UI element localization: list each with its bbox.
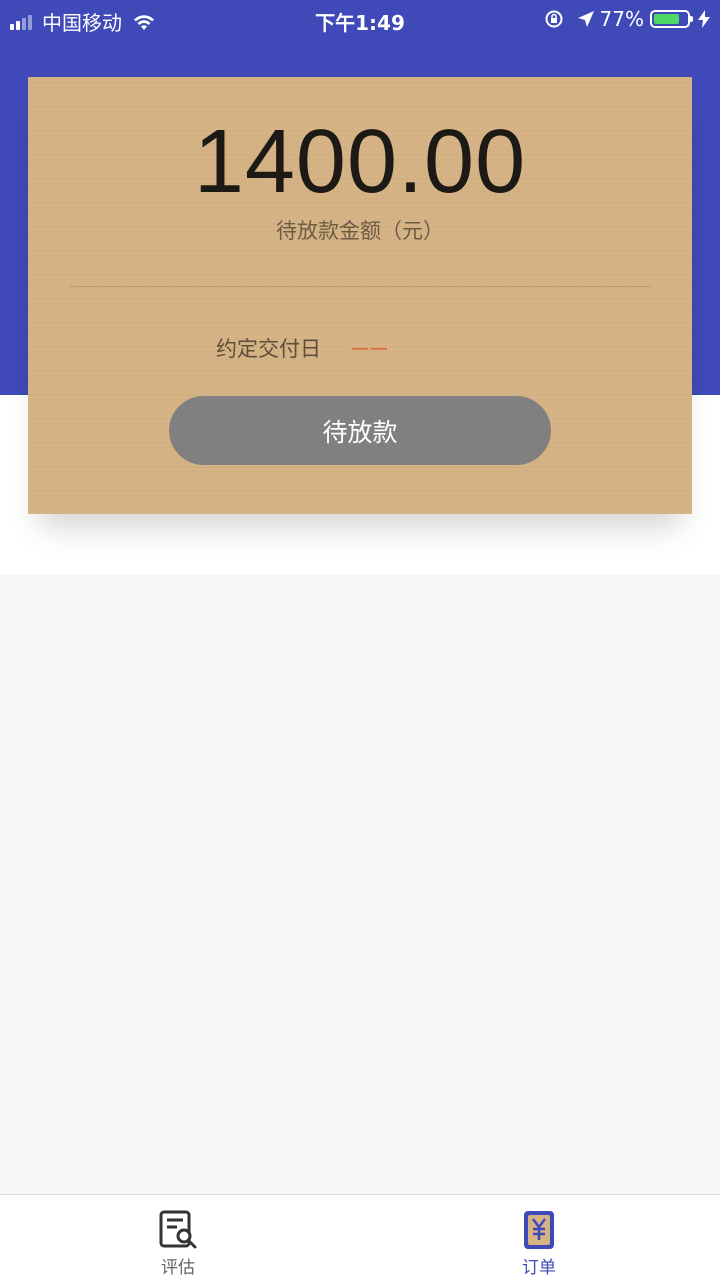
status-right: 77% bbox=[544, 7, 710, 31]
pending-loan-button[interactable]: 待放款 bbox=[169, 396, 551, 465]
search-document-icon bbox=[159, 1210, 197, 1249]
tab-evaluate-label: 评估 bbox=[161, 1258, 195, 1278]
location-arrow-icon bbox=[577, 11, 594, 27]
battery-icon bbox=[650, 10, 693, 28]
tab-orders-label: 订单 bbox=[522, 1258, 556, 1278]
tab-bar: 评估 订单 bbox=[0, 1194, 720, 1280]
orientation-lock-icon bbox=[545, 10, 563, 28]
yuan-order-icon bbox=[524, 1211, 554, 1249]
pending-amount: 1400.00 bbox=[193, 112, 527, 212]
charging-bolt-icon bbox=[698, 10, 710, 28]
battery-percent: 77% bbox=[599, 7, 644, 31]
tab-evaluate[interactable]: 评估 bbox=[118, 1195, 238, 1280]
delivery-date-label: 约定交付日 bbox=[216, 337, 321, 361]
loan-card: 1400.00 待放款金额（元） 约定交付日 —— 待放款 bbox=[28, 77, 692, 514]
pending-amount-label: 待放款金额（元） bbox=[276, 219, 444, 243]
card-divider bbox=[70, 286, 650, 287]
tab-orders[interactable]: 订单 bbox=[479, 1195, 599, 1280]
delivery-date-row: 约定交付日 —— bbox=[216, 333, 389, 363]
delivery-date-value: —— bbox=[351, 337, 389, 359]
status-bar: 中国移动 下午1:49 77% bbox=[0, 0, 720, 38]
